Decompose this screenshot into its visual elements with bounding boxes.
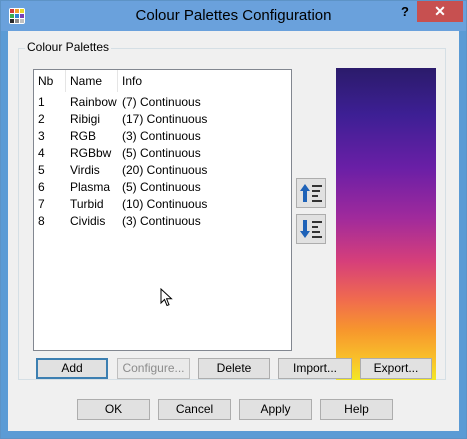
apply-button[interactable]: Apply: [239, 399, 312, 420]
title-bar[interactable]: Colour Palettes Configuration ? ✕: [1, 1, 466, 31]
cell-nb: 7: [38, 197, 45, 211]
add-button[interactable]: Add: [36, 358, 108, 379]
help-button[interactable]: Help: [320, 399, 393, 420]
cancel-button[interactable]: Cancel: [158, 399, 231, 420]
list-header: Nb Name Info: [34, 70, 291, 92]
cell-name: Plasma: [70, 180, 111, 194]
cell-name: RGB: [70, 129, 97, 143]
cell-info: (7) Continuous: [122, 95, 201, 109]
list-item[interactable]: 3 RGB (3) Continuous: [34, 128, 291, 145]
list-item[interactable]: 2 Ribigi (17) Continuous: [34, 111, 291, 128]
cell-info: (3) Continuous: [122, 129, 201, 143]
cell-name: RGBbw: [70, 146, 112, 160]
cell-nb: 3: [38, 129, 45, 143]
column-header-name[interactable]: Name: [66, 70, 118, 92]
cell-info: (5) Continuous: [122, 146, 201, 160]
ok-button[interactable]: OK: [77, 399, 150, 420]
list-item[interactable]: 6 Plasma (5) Continuous: [34, 179, 291, 196]
column-header-nb[interactable]: Nb: [34, 70, 66, 92]
close-button[interactable]: ✕: [417, 1, 463, 22]
cell-nb: 1: [38, 95, 45, 109]
cell-name: Virdis: [70, 163, 100, 177]
list-item[interactable]: 1 Rainbow (7) Continuous: [34, 94, 291, 111]
move-up-button[interactable]: [296, 178, 326, 208]
cell-name: Ribigi: [70, 112, 101, 126]
list-item[interactable]: 4 RGBbw (5) Continuous: [34, 145, 291, 162]
cell-nb: 2: [38, 112, 45, 126]
cell-name: Rainbow: [70, 95, 117, 109]
cell-info: (20) Continuous: [122, 163, 208, 177]
cell-info: (5) Continuous: [122, 180, 201, 194]
cell-info: (10) Continuous: [122, 197, 208, 211]
cell-nb: 8: [38, 214, 45, 228]
move-down-button[interactable]: [296, 214, 326, 244]
cell-info: (17) Continuous: [122, 112, 208, 126]
delete-button[interactable]: Delete: [198, 358, 270, 379]
cell-name: Cividis: [70, 214, 106, 228]
import-button[interactable]: Import...: [278, 358, 352, 379]
cell-nb: 5: [38, 163, 45, 177]
export-button[interactable]: Export...: [360, 358, 432, 379]
cell-nb: 6: [38, 180, 45, 194]
dialog-window: Colour Palettes Configuration ? ✕ Colour…: [0, 0, 467, 439]
cell-name: Turbid: [70, 197, 104, 211]
cell-nb: 4: [38, 146, 45, 160]
list-rows: 1 Rainbow (7) Continuous 2 Ribigi (17) C…: [34, 94, 291, 230]
list-item[interactable]: 7 Turbid (10) Continuous: [34, 196, 291, 213]
list-item[interactable]: 8 Cividis (3) Continuous: [34, 213, 291, 230]
column-header-info[interactable]: Info: [118, 70, 291, 92]
mouse-cursor-icon: [160, 287, 174, 311]
dialog-client-area: Colour Palettes Nb Name Info 1 Rainbow (…: [8, 31, 459, 431]
list-item[interactable]: 5 Virdis (20) Continuous: [34, 162, 291, 179]
palette-preview: [336, 68, 436, 380]
cell-info: (3) Continuous: [122, 214, 201, 228]
title-help-button[interactable]: ?: [393, 2, 417, 22]
group-title: Colour Palettes: [25, 40, 112, 54]
configure-button[interactable]: Configure...: [117, 358, 190, 379]
